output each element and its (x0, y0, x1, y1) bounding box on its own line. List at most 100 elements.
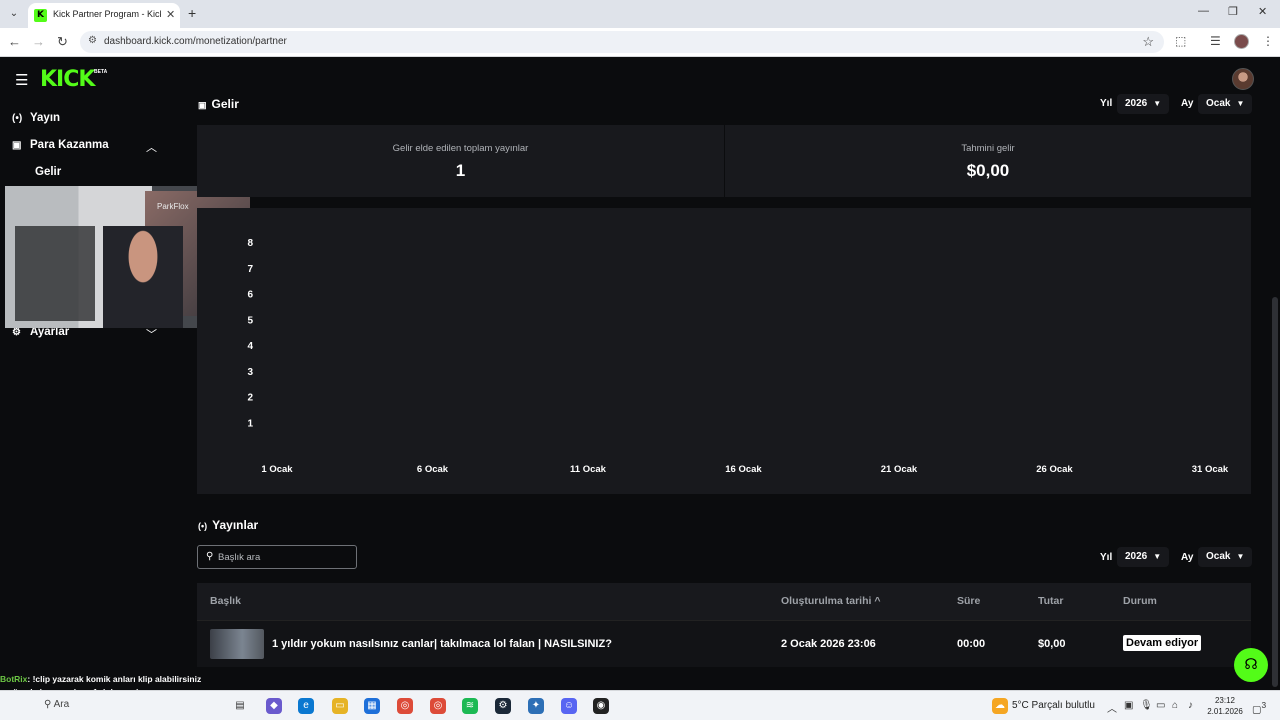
user-avatar[interactable] (1232, 68, 1254, 90)
bookmark-star-icon[interactable]: ☆ (1142, 34, 1154, 50)
reload-icon[interactable]: ↻ (57, 34, 68, 50)
copilot-icon[interactable]: ◆ (266, 698, 282, 714)
streams-month-select[interactable]: Ocak ▼ (1198, 547, 1253, 567)
task-view-icon[interactable]: ▤ (232, 698, 248, 714)
column-header-status[interactable]: Durum (1123, 595, 1157, 607)
file-explorer-icon[interactable]: ▭ (332, 698, 348, 714)
column-header-created[interactable]: Oluşturulma tarihi ^ (781, 595, 881, 607)
sidebar-item-label: Gelir (35, 166, 62, 178)
sidebar-item-label: Yayın (30, 112, 61, 124)
y-tick-label: 5 (247, 315, 253, 326)
stat-card-estimated-revenue: Tahmini gelir $0,00 (725, 125, 1251, 197)
edge-icon[interactable]: e (298, 698, 314, 714)
chrome-icon[interactable]: ◎ (397, 698, 413, 714)
x-tick-label: 26 Ocak (1036, 464, 1073, 475)
column-header-amount[interactable]: Tutar (1038, 595, 1063, 607)
stat-label: Tahmini gelir (961, 143, 1015, 154)
monetization-icon: ▣ (12, 140, 22, 151)
clock-time: 23:12 (1214, 696, 1236, 705)
column-header-duration[interactable]: Süre (957, 595, 980, 607)
network-app-icon[interactable]: ✦ (528, 698, 544, 714)
restore-icon[interactable]: ❐ (1228, 5, 1238, 18)
x-tick-label: 31 Ocak (1192, 464, 1229, 475)
minimize-icon[interactable]: — (1198, 5, 1209, 17)
sidebar-item-gelir[interactable]: Gelir (35, 166, 61, 178)
back-icon[interactable]: ← (8, 34, 21, 49)
tab-search-icon[interactable]: ⌄ (6, 6, 22, 22)
network-icon[interactable]: ⌂ (1172, 700, 1178, 711)
browser-tab[interactable]: K Kick Partner Program - Kick Da ✕ (28, 3, 180, 28)
page-scrollbar[interactable] (1272, 297, 1278, 687)
address-bar[interactable]: ⚙ dashboard.kick.com/monetization/partne… (80, 31, 1164, 53)
taskbar-clock[interactable]: 23:12 2.01.2026 (1204, 695, 1246, 717)
stream-search-input[interactable] (218, 549, 348, 565)
new-tab-icon[interactable]: + (188, 5, 196, 21)
webcam-streamer (103, 226, 183, 328)
table-row[interactable]: 1 yıldır yokum nasılsınız canlar| takılm… (197, 620, 1251, 667)
stat-label: Gelir elde edilen toplam yayınlar (392, 143, 529, 154)
webcam-poster-label: ParkFlox (157, 202, 189, 211)
revenue-month-select[interactable]: Ocak ▼ (1198, 94, 1253, 114)
notification-icon[interactable]: ▢3 (1252, 700, 1266, 715)
gear-icon: ⚙ (12, 327, 21, 338)
y-tick-label: 6 (247, 290, 253, 301)
stream-search-field[interactable]: ⚲ (197, 545, 357, 569)
chat-message: BotRix: !clip yazarak komik anları klip … (0, 674, 320, 687)
weather-text[interactable]: 5°C Parçalı bulutlu (1012, 700, 1095, 711)
chat-text: : !clip yazarak komik anları klip alabil… (27, 674, 202, 684)
url-text[interactable]: dashboard.kick.com/monetization/partner (104, 36, 287, 47)
windows-taskbar: ⚲ Ara ▤ ◆ e ▭ ▦ ◎ ◎ ≋ ⚙ ✦ ☺ ◉ ☁ 5°C Parç… (0, 690, 1280, 720)
streams-year-select[interactable]: 2026 ▼ (1117, 547, 1170, 567)
site-info-icon[interactable]: ⚙ (88, 35, 97, 46)
revenue-year-select[interactable]: 2026 ▼ (1117, 94, 1170, 114)
revenue-icon: ▣ (198, 100, 207, 110)
forward-icon[interactable]: → (32, 34, 45, 49)
chrome-active-icon[interactable]: ◎ (430, 698, 446, 714)
revenue-month-value: Ocak (1206, 98, 1231, 109)
chevron-down-icon[interactable]: ﹀ (146, 326, 157, 342)
x-tick-label: 16 Ocak (725, 464, 762, 475)
browser-profile-avatar[interactable] (1234, 34, 1249, 49)
y-tick-label: 2 (247, 393, 253, 404)
steam-icon[interactable]: ⚙ (495, 698, 511, 714)
streams-year-value: 2026 (1125, 551, 1148, 562)
x-tick-label: 1 Ocak (261, 464, 293, 475)
microphone-icon[interactable]: 🎙 (1140, 700, 1153, 711)
support-chat-button[interactable]: ☊ (1234, 648, 1268, 682)
close-window-icon[interactable]: ✕ (1258, 5, 1267, 18)
sidebar-item-para-kazanma[interactable]: ▣ Para Kazanma (12, 139, 109, 151)
y-tick-label: 4 (247, 341, 253, 352)
store-icon[interactable]: ▦ (364, 698, 380, 714)
hamburger-menu-icon[interactable]: ☰ (15, 71, 28, 89)
reading-list-icon[interactable]: ☰ (1210, 34, 1221, 48)
y-tick-label: 7 (247, 264, 253, 275)
spotify-icon[interactable]: ≋ (462, 698, 478, 714)
discord-icon[interactable]: ☺ (561, 698, 577, 714)
kick-logo[interactable]: KICK (40, 67, 95, 92)
extensions-icon[interactable]: ⬚ (1175, 34, 1186, 48)
display-icon[interactable]: ▭ (1156, 700, 1165, 711)
chevron-down-icon: ▼ (1236, 552, 1245, 561)
revenue-month-label: Ay (1181, 98, 1194, 109)
streams-table: Başlık Oluşturulma tarihi ^ Süre Tutar D… (197, 583, 1251, 667)
volume-icon[interactable]: ♪ (1188, 700, 1193, 711)
stream-duration-cell: 00:00 (957, 638, 986, 650)
chevron-down-icon: ▼ (1153, 99, 1162, 108)
kick-dashboard: ☰ KICK BETA (•) Yayın ▣ Para Kazanma ︿ Gel… (0, 57, 1280, 690)
tray-chevron-icon[interactable]: ︿ (1107, 700, 1117, 715)
chevron-up-icon[interactable]: ︿ (146, 139, 157, 155)
sidebar-item-yayin[interactable]: (•) Yayın (12, 112, 60, 124)
obs-icon[interactable]: ◉ (593, 698, 609, 714)
taskbar-search-label: Ara (53, 699, 70, 710)
streams-month-label: Ay (1181, 552, 1194, 563)
browser-menu-icon[interactable]: ⋮ (1262, 34, 1274, 48)
stat-value: 1 (455, 161, 466, 180)
stream-thumbnail[interactable] (210, 629, 264, 659)
chevron-down-icon: ▼ (1153, 552, 1162, 561)
search-icon: ⚲ (206, 551, 214, 562)
tab-close-icon[interactable]: ✕ (166, 8, 175, 21)
column-header-title[interactable]: Başlık (210, 595, 241, 607)
taskbar-search[interactable]: ⚲ Ara (44, 699, 69, 710)
tray-app-icon[interactable]: ▣ (1124, 700, 1133, 711)
stream-title-cell[interactable]: 1 yıldır yokum nasılsınız canlar| takılm… (272, 638, 612, 650)
